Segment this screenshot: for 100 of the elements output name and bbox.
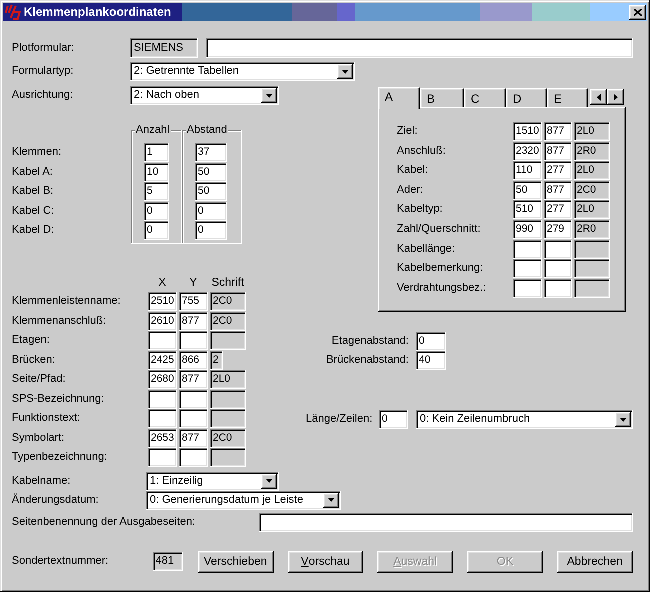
code-field[interactable]: SIEMENS	[130, 38, 198, 58]
dropdown[interactable]: 2: Nach oben	[130, 86, 279, 105]
number-field[interactable]: 0	[144, 221, 169, 240]
coordinate-field[interactable]	[544, 259, 572, 278]
caret-icon	[266, 94, 272, 98]
dialog-button[interactable]: Abbrechen	[557, 550, 633, 572]
field-label: Funktionstext:	[12, 411, 82, 426]
field-label: Symbolart:	[12, 430, 66, 446]
coordinate-field[interactable]	[148, 448, 177, 467]
coordinate-field[interactable]: 877	[179, 312, 208, 330]
tab[interactable]: E	[547, 88, 588, 107]
coordinate-field[interactable]: 277	[544, 161, 572, 180]
close-button[interactable]	[629, 4, 646, 20]
tab[interactable]: C	[464, 88, 506, 107]
coordinate-field[interactable]: 877	[544, 180, 572, 200]
coordinate-field[interactable]: 2653	[148, 428, 177, 448]
tab[interactable]: B	[420, 88, 464, 107]
field-label: Kabeltyp:	[397, 202, 444, 218]
coordinate-field[interactable]	[179, 390, 208, 408]
font-field[interactable]: 2L0	[574, 161, 610, 180]
font-field[interactable]: 2C0	[210, 428, 246, 448]
coordinate-field[interactable]	[179, 331, 208, 350]
dialog-button[interactable]: Vorschau	[288, 550, 364, 572]
font-field[interactable]: 2R0	[574, 220, 610, 239]
font-field[interactable]: 2L0	[210, 370, 246, 389]
coordinate-field[interactable]	[513, 259, 542, 278]
field-label: Kabellänge:	[397, 242, 456, 257]
coordinate-field[interactable]	[513, 240, 542, 259]
coordinate-field[interactable]	[513, 278, 542, 298]
text-field[interactable]	[206, 38, 633, 58]
dialog-button[interactable]: Verschieben	[198, 550, 274, 572]
font-field[interactable]	[210, 448, 246, 467]
dropdown[interactable]: 2: Getrennte Tabellen	[130, 62, 355, 81]
number-field[interactable]: 50	[195, 182, 227, 201]
field-label: Sondertextnummer:	[12, 554, 110, 569]
font-field[interactable]: 2L0	[574, 200, 610, 220]
text-field[interactable]	[259, 512, 633, 532]
coordinate-field[interactable]: 877	[544, 122, 572, 141]
number-field[interactable]: 10	[144, 162, 169, 182]
coordinate-field[interactable]: 1510	[513, 122, 542, 141]
font-field[interactable]: 2	[210, 350, 223, 370]
number-field[interactable]: 0	[379, 410, 408, 429]
coordinate-field[interactable]: 2680	[148, 370, 177, 389]
coordinate-field[interactable]: 755	[179, 292, 208, 311]
scroll-left-button[interactable]	[590, 89, 607, 105]
coordinate-field[interactable]: 50	[513, 180, 542, 200]
font-field[interactable]	[210, 390, 246, 408]
field-label: Klemmen:	[12, 145, 63, 160]
coordinate-field[interactable]: 2425	[148, 350, 177, 370]
coordinate-field[interactable]: 279	[544, 220, 572, 239]
font-field[interactable]: 2C0	[574, 180, 610, 200]
font-field[interactable]	[210, 331, 246, 350]
coordinate-field[interactable]: 277	[544, 200, 572, 220]
number-field[interactable]: 0	[195, 202, 227, 220]
number-field[interactable]: 0	[416, 332, 446, 351]
number-field[interactable]: 0	[144, 202, 169, 220]
coordinate-field[interactable]: 2320	[513, 142, 542, 161]
coordinate-field[interactable]	[148, 409, 177, 428]
caret-icon	[620, 418, 626, 422]
scroll-right-button[interactable]	[607, 89, 624, 105]
number-field[interactable]: 481	[152, 552, 183, 571]
coordinate-field[interactable]: 877	[179, 370, 208, 389]
coordinate-field[interactable]: 877	[544, 142, 572, 161]
font-field[interactable]	[574, 240, 610, 259]
coordinate-field[interactable]: 110	[513, 161, 542, 180]
dropdown[interactable]: 0: Kein Zeilenumbruch	[416, 410, 633, 429]
font-field[interactable]	[574, 259, 610, 278]
coordinate-field[interactable]: 510	[513, 200, 542, 220]
number-field[interactable]: 37	[195, 143, 227, 162]
coordinate-field[interactable]: 2510	[148, 292, 177, 311]
font-field[interactable]: 2C0	[210, 312, 246, 330]
coordinate-field[interactable]: 2610	[148, 312, 177, 330]
field-label: Typenbezeichnung:	[12, 450, 108, 465]
coordinate-field[interactable]	[148, 390, 177, 408]
coordinate-field[interactable]	[148, 331, 177, 350]
number-field[interactable]: 40	[416, 351, 446, 370]
coordinate-field[interactable]	[544, 240, 572, 259]
column-header: Schrift	[210, 276, 246, 290]
font-field[interactable]: 2L0	[574, 122, 610, 141]
tab[interactable]: D	[506, 88, 547, 107]
font-field[interactable]: 2R0	[574, 142, 610, 161]
number-field[interactable]: 50	[195, 162, 227, 182]
coordinate-field[interactable]	[179, 409, 208, 428]
field-label: Brückenabstand:	[325, 353, 409, 368]
field-label: Kabel:	[397, 163, 430, 178]
dropdown[interactable]: 0: Generierungsdatum je Leiste	[146, 490, 341, 510]
coordinate-field[interactable]: 866	[179, 350, 208, 370]
coordinate-field[interactable]: 990	[513, 220, 542, 239]
font-field[interactable]: 2C0	[210, 292, 246, 311]
number-field[interactable]: 0	[195, 221, 227, 240]
tab[interactable]: A	[378, 87, 420, 109]
dropdown[interactable]: 1: Einzeilig	[146, 472, 279, 490]
font-field[interactable]	[210, 409, 246, 428]
number-field[interactable]: 1	[144, 143, 169, 162]
coordinate-field[interactable]	[544, 278, 572, 298]
column-header: Y	[188, 276, 198, 290]
coordinate-field[interactable]	[179, 448, 208, 467]
font-field[interactable]	[574, 278, 610, 298]
number-field[interactable]: 5	[144, 182, 169, 201]
coordinate-field[interactable]: 877	[179, 428, 208, 448]
